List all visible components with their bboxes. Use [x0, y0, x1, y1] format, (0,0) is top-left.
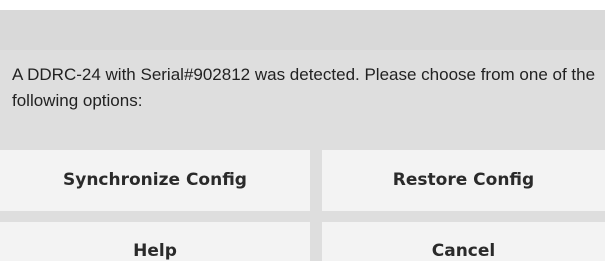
restore-config-button[interactable]: Restore Config [322, 150, 605, 211]
cancel-button[interactable]: Cancel [322, 222, 605, 261]
dialog-message: A DDRC-24 with Serial#902812 was detecte… [12, 65, 596, 110]
synchronize-config-button[interactable]: Synchronize Config [0, 150, 310, 211]
help-button[interactable]: Help [0, 222, 310, 261]
device-detected-dialog: A DDRC-24 with Serial#902812 was detecte… [0, 10, 605, 261]
dialog-title-bar [0, 10, 605, 50]
